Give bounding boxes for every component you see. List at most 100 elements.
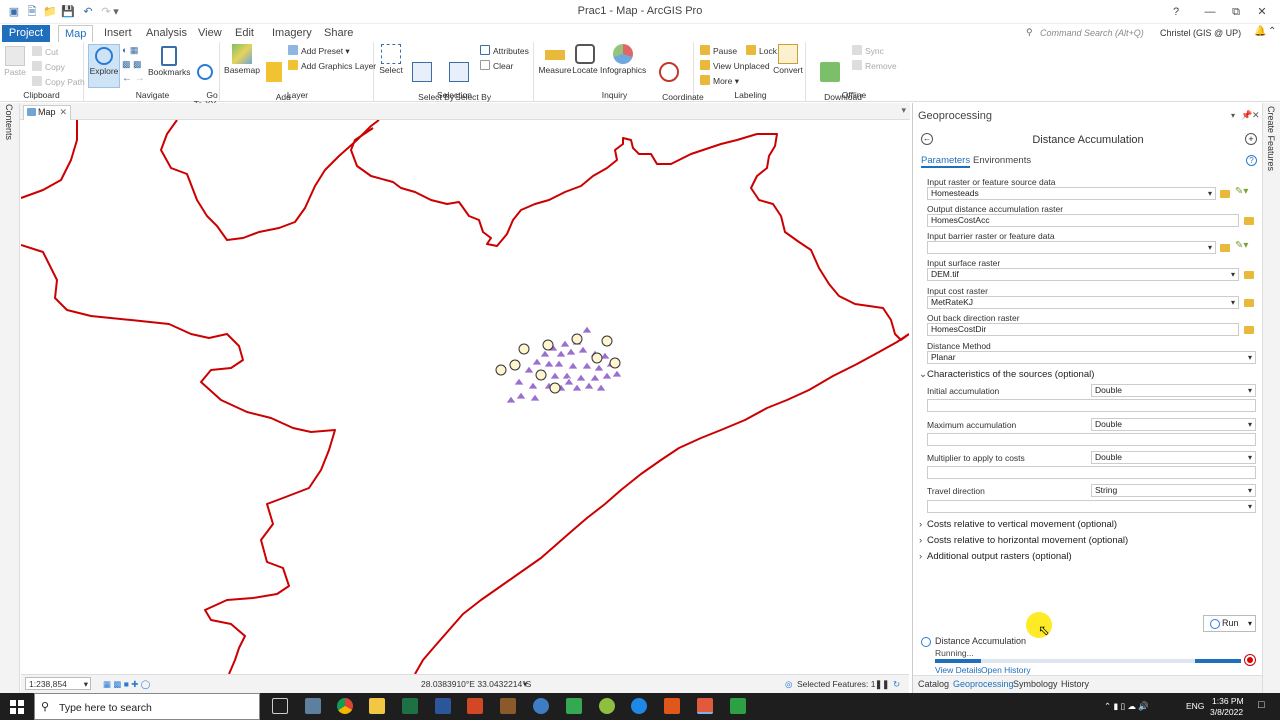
coordinates-dropdown-icon[interactable]: ▾ xyxy=(523,678,527,690)
tab-environments[interactable]: Environments xyxy=(973,155,1031,166)
cost-raster-dropdown[interactable]: MetRateKJ xyxy=(927,296,1239,309)
clock-date[interactable]: 3/8/2022 xyxy=(1210,707,1243,717)
auto-hide-icon[interactable]: 📌 xyxy=(1241,110,1252,121)
browse-folder-icon[interactable] xyxy=(1244,326,1254,334)
close-button[interactable]: ✕ xyxy=(1252,3,1272,21)
selected-features-count[interactable]: Selected Features: 1 xyxy=(797,678,875,690)
distance-method-dropdown[interactable]: Planar xyxy=(927,351,1256,364)
tab-geoprocessing[interactable]: Geoprocessing xyxy=(953,679,1014,689)
tab-analysis[interactable]: Analysis xyxy=(140,25,193,42)
maximum-accumulation-type[interactable]: Double xyxy=(1091,418,1256,431)
tab-imagery[interactable]: Imagery xyxy=(266,25,318,42)
attributes-button[interactable]: Attributes xyxy=(480,45,529,57)
customize-quick-access-icon[interactable]: ▾ xyxy=(108,4,124,20)
initial-accumulation-type[interactable]: Double xyxy=(1091,384,1256,397)
output-raster-field[interactable]: HomesCostAcc xyxy=(927,214,1239,227)
tab-catalog[interactable]: Catalog xyxy=(918,679,949,689)
app-icon[interactable] xyxy=(500,698,516,714)
restore-button[interactable]: ⧉ xyxy=(1226,3,1246,21)
new-project-icon[interactable]: 🗎 xyxy=(24,4,40,20)
edit-pencil-icon[interactable]: ✎▾ xyxy=(1235,186,1248,197)
tab-parameters[interactable]: Parameters xyxy=(921,155,971,168)
app-icon[interactable] xyxy=(533,698,549,714)
clear-button[interactable]: Clear xyxy=(480,60,513,72)
refresh-icon[interactable]: ↻ xyxy=(893,678,900,690)
sync-button[interactable]: Sync xyxy=(852,45,884,57)
add-graphics-layer-button[interactable]: Add Graphics Layer xyxy=(288,60,376,72)
file-explorer-icon[interactable] xyxy=(369,698,385,714)
task-view-icon[interactable] xyxy=(272,698,288,714)
cancel-button[interactable] xyxy=(1244,654,1256,666)
remove-button[interactable]: Remove xyxy=(852,60,897,72)
edit-pencil-icon[interactable]: ✎▾ xyxy=(1235,240,1248,251)
horizontal-movement-section[interactable]: › Costs relative to horizontal movement (… xyxy=(919,535,1128,546)
full-extent-icon[interactable]: ◐ ▦ xyxy=(122,45,138,56)
add-icon[interactable]: + xyxy=(1245,133,1257,145)
explore-button[interactable]: Explore xyxy=(88,44,120,88)
fixed-zoom-icon[interactable]: ▩ ▩ xyxy=(122,59,142,70)
basemap-button[interactable]: Basemap xyxy=(224,44,260,75)
run-button[interactable]: Run ▾ xyxy=(1203,615,1256,632)
help-icon[interactable]: ? xyxy=(1246,155,1257,166)
browse-folder-icon[interactable] xyxy=(1244,271,1254,279)
taskbar-search-box[interactable]: ⚲ Type here to search xyxy=(34,693,260,720)
additional-output-section[interactable]: › Additional output rasters (optional) xyxy=(919,551,1072,562)
tab-map[interactable]: Map xyxy=(58,25,94,43)
cut-button[interactable]: Cut xyxy=(32,46,58,58)
close-pane-icon[interactable]: ✕ xyxy=(1252,110,1260,121)
google-drive-icon[interactable] xyxy=(566,698,582,714)
undo-icon[interactable]: ↶ xyxy=(78,4,98,20)
vertical-movement-section[interactable]: › Costs relative to vertical movement (op… xyxy=(919,519,1117,530)
pause-drawing-icon[interactable]: ❚❚ xyxy=(875,678,889,690)
clock-time[interactable]: 1:36 PM xyxy=(1212,696,1244,706)
tab-symbology[interactable]: Symbology xyxy=(1013,679,1058,689)
tab-view[interactable]: View xyxy=(192,25,228,42)
pane-options-icon[interactable]: ▾ xyxy=(1231,111,1235,120)
chrome-icon[interactable] xyxy=(337,698,353,714)
input-source-dropdown[interactable]: Homesteads xyxy=(927,187,1216,200)
map-view[interactable] xyxy=(21,120,909,674)
notifications-icon[interactable]: □ xyxy=(1258,699,1265,711)
add-preset-button[interactable]: Add Preset ▾ xyxy=(288,45,350,57)
app-icon[interactable] xyxy=(730,698,746,714)
language-indicator[interactable]: ENG xyxy=(1186,701,1204,711)
save-icon[interactable]: 💾 xyxy=(60,4,76,20)
tab-edit[interactable]: Edit xyxy=(229,25,260,42)
tab-history[interactable]: History xyxy=(1061,679,1089,689)
view-details-link[interactable]: View Details xyxy=(935,665,982,675)
bookmarks-button[interactable]: Bookmarks xyxy=(148,46,191,77)
browse-folder-icon[interactable] xyxy=(1220,190,1230,198)
multiplier-field[interactable] xyxy=(927,466,1256,479)
map-view-tab[interactable]: Map ✕ xyxy=(23,105,71,120)
browse-folder-icon[interactable] xyxy=(1244,299,1254,307)
run-options-icon[interactable]: ▾ xyxy=(1248,616,1252,631)
browse-folder-icon[interactable] xyxy=(1220,244,1230,252)
minimize-button[interactable]: — xyxy=(1200,3,1220,21)
measure-button[interactable]: Measure xyxy=(538,44,572,75)
contents-pane-tab[interactable]: Contents xyxy=(4,104,14,140)
infographics-button[interactable]: Infographics xyxy=(600,44,646,75)
powerpoint-icon[interactable] xyxy=(467,698,483,714)
calculator-icon[interactable] xyxy=(305,698,321,714)
multiplier-type[interactable]: Double xyxy=(1091,451,1256,464)
view-unplaced-button[interactable]: View Unplaced xyxy=(700,60,770,72)
tab-project[interactable]: Project xyxy=(2,25,50,42)
travel-direction-type[interactable]: String xyxy=(1091,484,1256,497)
previous-extent-icon[interactable]: ← → xyxy=(122,73,145,84)
initial-accumulation-field[interactable] xyxy=(927,399,1256,412)
open-icon[interactable]: 📁 xyxy=(42,4,58,20)
locate-button[interactable]: Locate xyxy=(572,44,598,75)
copy-path-button[interactable]: Copy Path xyxy=(32,76,85,88)
arcgis-icon[interactable] xyxy=(631,698,647,714)
tab-share[interactable]: Share xyxy=(318,25,359,42)
pause-labeling-button[interactable]: Pause xyxy=(700,45,737,57)
barrier-dropdown[interactable] xyxy=(927,241,1216,254)
paste-button[interactable]: Paste xyxy=(3,46,27,77)
map-tools-icons[interactable]: ▦ ▩ ■ ✚ ◯ xyxy=(103,678,150,690)
back-direction-raster-field[interactable]: HomesCostDir xyxy=(927,323,1239,336)
help-button[interactable]: ? xyxy=(1166,3,1186,21)
tab-insert[interactable]: Insert xyxy=(98,25,138,42)
collapse-ribbon-icon[interactable]: ⌃ xyxy=(1268,26,1276,37)
more-labeling-button[interactable]: More ▾ xyxy=(700,75,739,87)
open-history-link[interactable]: Open History xyxy=(981,665,1031,675)
